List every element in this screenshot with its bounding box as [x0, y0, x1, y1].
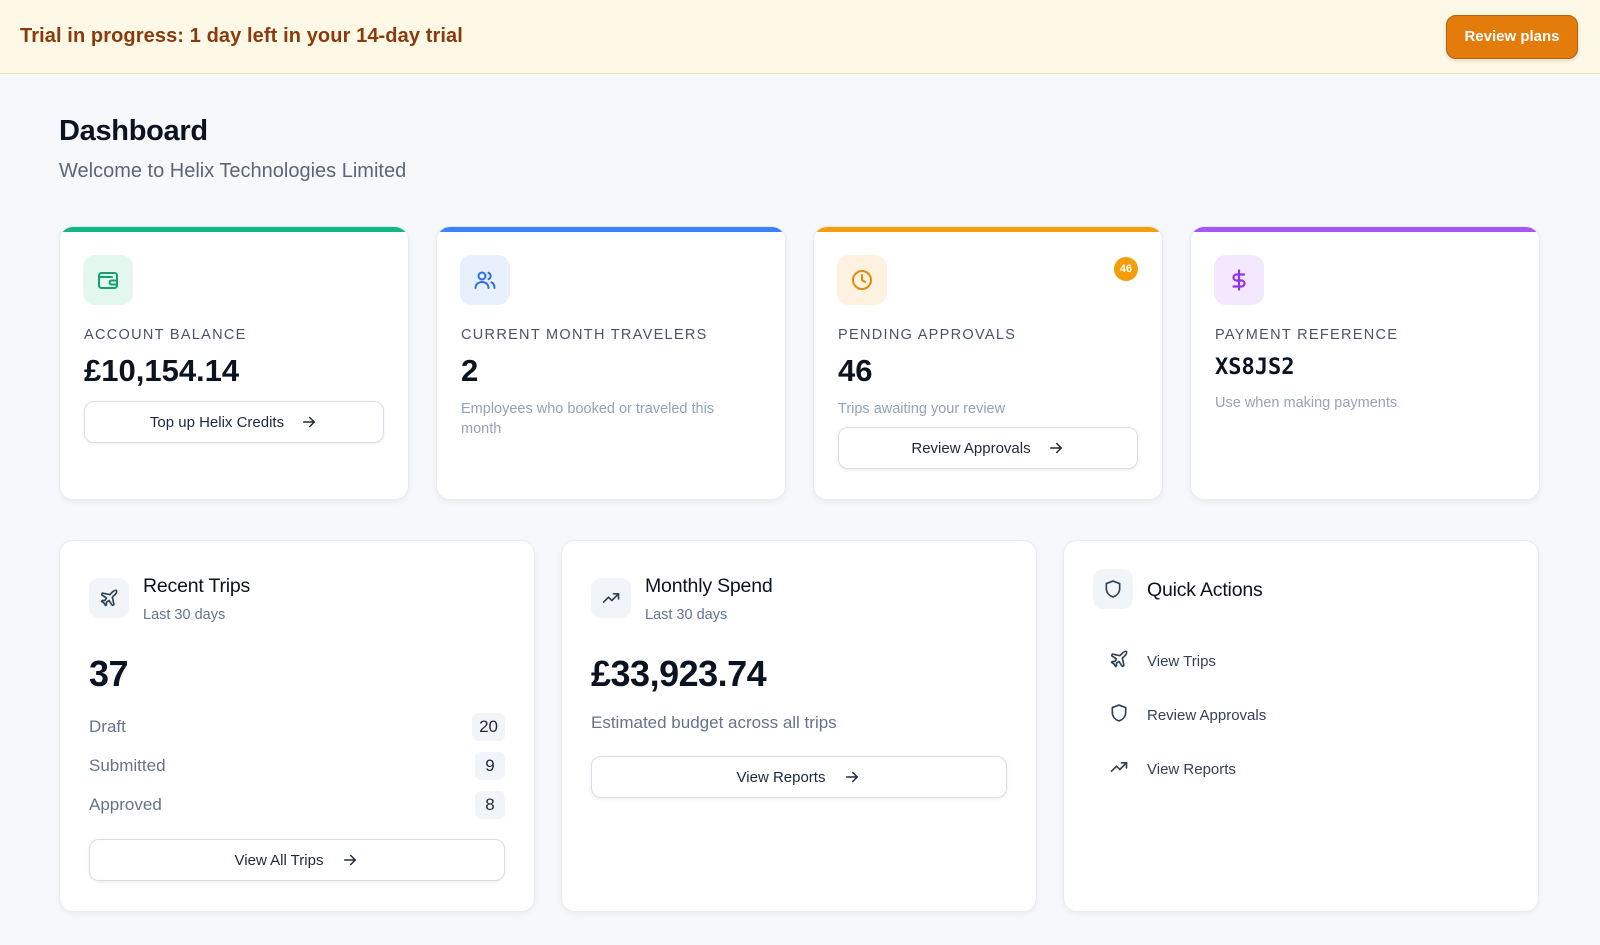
- payment-reference-value: XS8JS2: [1215, 355, 1295, 380]
- shield-icon: [1109, 703, 1129, 727]
- view-all-trips-button[interactable]: View All Trips: [89, 839, 505, 881]
- quick-action-view-reports[interactable]: View Reports: [1109, 755, 1236, 783]
- clock-icon: [837, 255, 887, 305]
- trip-status-row: Draft 20: [89, 712, 505, 742]
- view-reports-label: View Reports: [736, 768, 826, 786]
- recent-trips-panel: Recent Trips Last 30 days 37 Draft 20 Su…: [59, 540, 535, 912]
- view-all-trips-label: View All Trips: [234, 851, 324, 869]
- pending-approvals-card: 46 PENDING APPROVALS 46 Trips awaiting y…: [813, 226, 1163, 500]
- trip-status-count: 20: [472, 713, 505, 741]
- monthly-spend-panel: Monthly Spend Last 30 days £33,923.74 Es…: [561, 540, 1037, 912]
- dollar-icon: [1214, 255, 1264, 305]
- quick-action-review-approvals[interactable]: Review Approvals: [1109, 701, 1266, 729]
- payment-reference-description: Use when making payments: [1215, 395, 1398, 411]
- quick-actions-title: Quick Actions: [1147, 579, 1263, 601]
- pending-approvals-value: 46: [838, 353, 873, 388]
- monthly-spend-total: £33,923.74: [591, 653, 767, 694]
- account-balance-label: ACCOUNT BALANCE: [84, 327, 247, 343]
- travelers-card: CURRENT MONTH TRAVELERS 2 Employees who …: [436, 226, 786, 500]
- card-accent-bar: [1191, 227, 1539, 232]
- pending-count-badge: 46: [1114, 257, 1138, 281]
- quick-actions-panel: Quick Actions View Trips Review Approval…: [1063, 540, 1539, 912]
- quick-action-label: Review Approvals: [1147, 706, 1267, 724]
- arrow-right-icon: [341, 851, 359, 869]
- pending-approvals-description: Trips awaiting your review: [838, 401, 1006, 417]
- account-balance-card: ACCOUNT BALANCE £10,154.14 Top up Helix …: [59, 226, 409, 500]
- page-title: Dashboard: [59, 115, 208, 147]
- trip-status-label: Draft: [89, 717, 126, 736]
- top-up-credits-button[interactable]: Top up Helix Credits: [84, 401, 384, 443]
- trip-status-row: Approved 8: [89, 790, 505, 820]
- top-up-credits-label: Top up Helix Credits: [149, 413, 285, 431]
- trending-up-icon: [1109, 757, 1129, 781]
- users-icon: [460, 255, 510, 305]
- trending-up-icon: [591, 578, 631, 618]
- review-plans-button[interactable]: Review plans: [1446, 14, 1578, 59]
- plane-icon: [1109, 649, 1129, 673]
- review-approvals-button[interactable]: Review Approvals: [838, 427, 1138, 469]
- recent-trips-total: 37: [89, 653, 129, 694]
- trip-status-label: Submitted: [89, 756, 166, 775]
- trip-status-label: Approved: [89, 795, 162, 814]
- wallet-icon: [83, 255, 133, 305]
- card-accent-bar: [437, 227, 785, 232]
- arrow-right-icon: [300, 413, 318, 431]
- card-accent-bar: [60, 227, 408, 232]
- quick-action-label: View Reports: [1147, 760, 1236, 778]
- monthly-spend-description: Estimated budget across all trips: [591, 713, 837, 732]
- arrow-right-icon: [1047, 439, 1065, 457]
- monthly-spend-title: Monthly Spend: [645, 575, 773, 597]
- pending-approvals-label: PENDING APPROVALS: [838, 327, 1017, 343]
- trip-status-count: 9: [475, 752, 505, 780]
- recent-trips-subtitle: Last 30 days: [143, 607, 226, 623]
- account-balance-value: £10,154.14: [84, 353, 240, 388]
- quick-action-label: View Trips: [1147, 652, 1216, 670]
- trial-banner: Trial in progress: 1 day left in your 14…: [0, 0, 1600, 74]
- quick-action-view-trips[interactable]: View Trips: [1109, 647, 1216, 675]
- view-reports-button[interactable]: View Reports: [591, 756, 1007, 798]
- recent-trips-title: Recent Trips: [143, 575, 251, 597]
- card-accent-bar: [814, 227, 1162, 232]
- monthly-spend-subtitle: Last 30 days: [645, 607, 728, 623]
- plane-icon: [89, 578, 129, 618]
- trip-status-count: 8: [475, 791, 505, 819]
- arrow-right-icon: [843, 768, 861, 786]
- shield-icon: [1093, 569, 1133, 609]
- travelers-value: 2: [461, 353, 479, 388]
- travelers-label: CURRENT MONTH TRAVELERS: [461, 327, 708, 343]
- page-subtitle: Welcome to Helix Technologies Limited: [59, 160, 407, 182]
- travelers-description: Employees who booked or traveled this mo…: [461, 401, 715, 437]
- trial-banner-text: Trial in progress: 1 day left in your 14…: [20, 25, 463, 47]
- trip-status-row: Submitted 9: [89, 751, 505, 781]
- review-approvals-label: Review Approvals: [911, 439, 1031, 457]
- payment-reference-label: PAYMENT REFERENCE: [1215, 327, 1399, 343]
- payment-reference-card: PAYMENT REFERENCE XS8JS2 Use when making…: [1190, 226, 1540, 500]
